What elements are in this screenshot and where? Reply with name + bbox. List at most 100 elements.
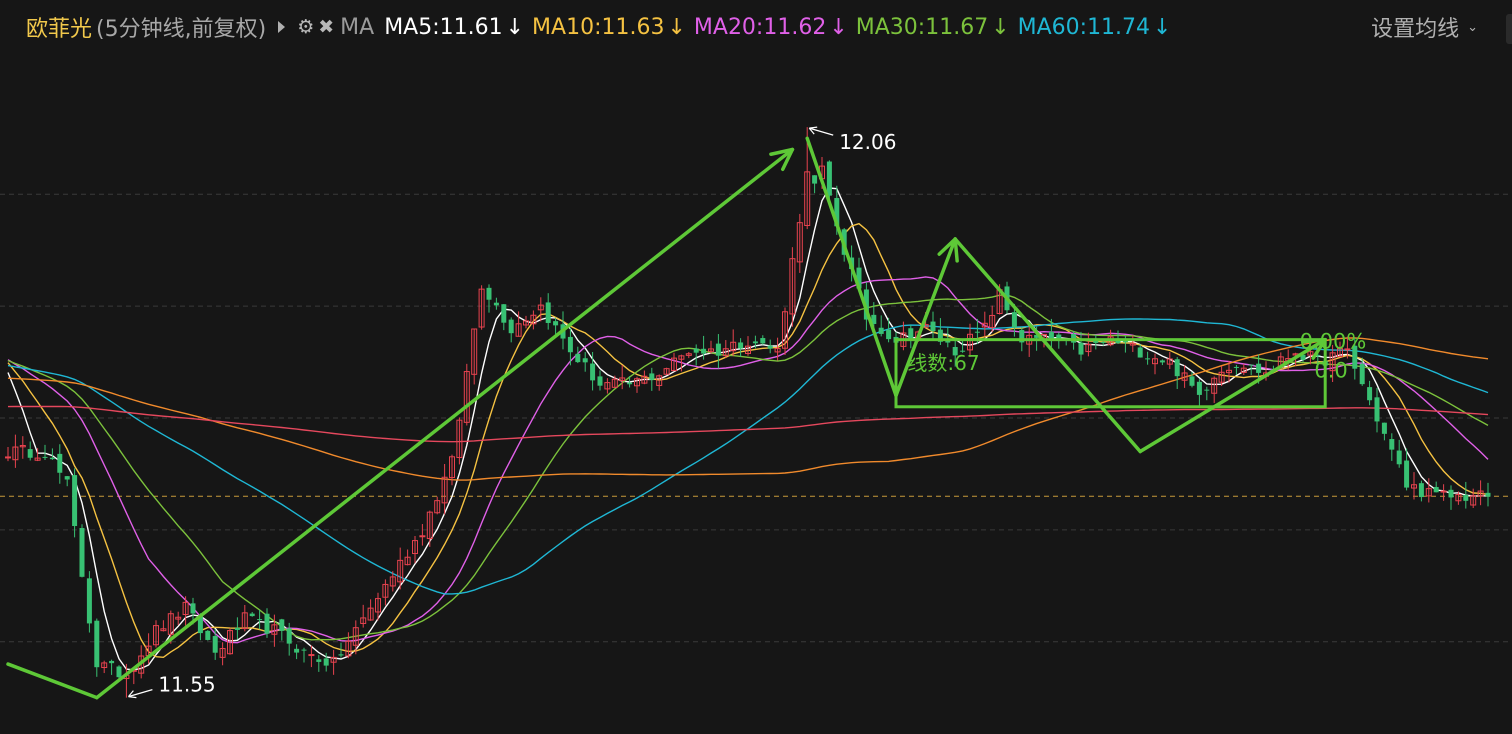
trend-segment xyxy=(6,662,99,700)
candle xyxy=(715,334,721,369)
candle-body xyxy=(234,627,240,630)
candle-body xyxy=(308,654,315,657)
candle xyxy=(449,454,455,486)
candle xyxy=(1211,376,1218,403)
candle xyxy=(1078,331,1084,361)
candle xyxy=(597,370,603,391)
candle xyxy=(279,618,285,641)
candle xyxy=(908,325,914,349)
candle xyxy=(160,620,167,632)
candle xyxy=(367,599,374,621)
candle xyxy=(663,367,670,375)
price-chart[interactable]: 线数:67 0.00% 0.0 12.06 11.55 xyxy=(0,0,1512,734)
candle xyxy=(1174,357,1180,390)
candle xyxy=(1240,363,1247,375)
candle xyxy=(64,476,70,487)
trend-segment xyxy=(95,147,795,700)
candle xyxy=(656,374,663,391)
candle xyxy=(5,446,11,462)
candle-body xyxy=(1359,363,1365,385)
candle xyxy=(1389,433,1395,461)
percent-change-label: 0.00% xyxy=(1300,330,1367,354)
candle xyxy=(426,510,433,547)
candle-body xyxy=(338,654,344,656)
candle xyxy=(1411,472,1417,500)
candle xyxy=(1115,330,1121,344)
candle xyxy=(352,620,359,655)
candle-body xyxy=(79,528,85,577)
candle-body xyxy=(42,456,48,458)
candle-body xyxy=(508,319,514,334)
high-price-label: 12.06 xyxy=(839,130,896,154)
candle xyxy=(722,340,729,358)
candle-body xyxy=(190,603,196,614)
candle-body xyxy=(812,175,818,184)
candle-body xyxy=(627,382,633,385)
candle-body xyxy=(1145,358,1151,360)
candle xyxy=(175,611,182,626)
candle-body xyxy=(878,327,884,334)
candle-body xyxy=(5,456,11,459)
candle-body xyxy=(693,348,699,353)
candle-body xyxy=(27,449,33,458)
candle-body xyxy=(323,658,329,666)
low-price-label: 11.55 xyxy=(158,673,215,697)
candle xyxy=(760,335,766,345)
candle-body xyxy=(1404,460,1410,488)
low-marker-arrow xyxy=(127,689,153,699)
candle-body xyxy=(86,578,92,624)
candle-body xyxy=(72,475,78,527)
ma250-line xyxy=(7,405,1489,443)
candle xyxy=(1204,386,1210,401)
candle xyxy=(205,630,211,641)
candle xyxy=(42,444,48,460)
candle xyxy=(478,285,485,330)
candle xyxy=(294,644,300,660)
candle xyxy=(671,352,677,372)
candle xyxy=(1448,485,1454,510)
candle xyxy=(1367,380,1373,406)
candle-body xyxy=(1100,341,1106,343)
candle-body xyxy=(752,341,758,344)
candle-body xyxy=(1485,492,1491,497)
candle-body xyxy=(590,363,596,381)
candle xyxy=(634,376,640,393)
candle-body xyxy=(1448,489,1454,498)
candle-body xyxy=(1137,347,1143,358)
candle-body xyxy=(553,321,559,326)
candle-body xyxy=(109,660,115,664)
candle-body xyxy=(1189,376,1195,386)
candle xyxy=(382,579,389,606)
candle xyxy=(249,612,255,617)
chart-grid xyxy=(0,193,1512,643)
candle xyxy=(604,378,611,394)
candle xyxy=(575,346,581,364)
candle xyxy=(27,441,33,461)
candle-body xyxy=(1159,360,1165,363)
candle-body xyxy=(701,348,707,354)
candle-body xyxy=(1196,381,1202,395)
price-labels: 线数:67 0.00% 0.0 12.06 11.55 xyxy=(127,126,1367,699)
candle xyxy=(619,365,626,390)
ma-lines xyxy=(7,187,1489,671)
candle xyxy=(590,351,596,391)
candle xyxy=(1093,334,1099,350)
candle-body xyxy=(582,358,588,363)
candle-body xyxy=(1381,422,1387,434)
candle-body xyxy=(94,620,100,668)
candle xyxy=(708,340,714,354)
candle-body xyxy=(930,321,936,332)
candle xyxy=(945,327,951,348)
candle xyxy=(730,329,737,357)
candle-body xyxy=(301,649,307,651)
candle xyxy=(738,338,744,357)
candle-body xyxy=(826,161,832,196)
candle-body xyxy=(1396,450,1402,465)
candle xyxy=(419,524,426,546)
candle xyxy=(316,654,322,672)
trend-segment xyxy=(805,136,898,398)
candle-body xyxy=(567,336,573,353)
candle xyxy=(101,660,108,674)
candle-body xyxy=(1389,439,1395,450)
candle xyxy=(94,618,100,677)
